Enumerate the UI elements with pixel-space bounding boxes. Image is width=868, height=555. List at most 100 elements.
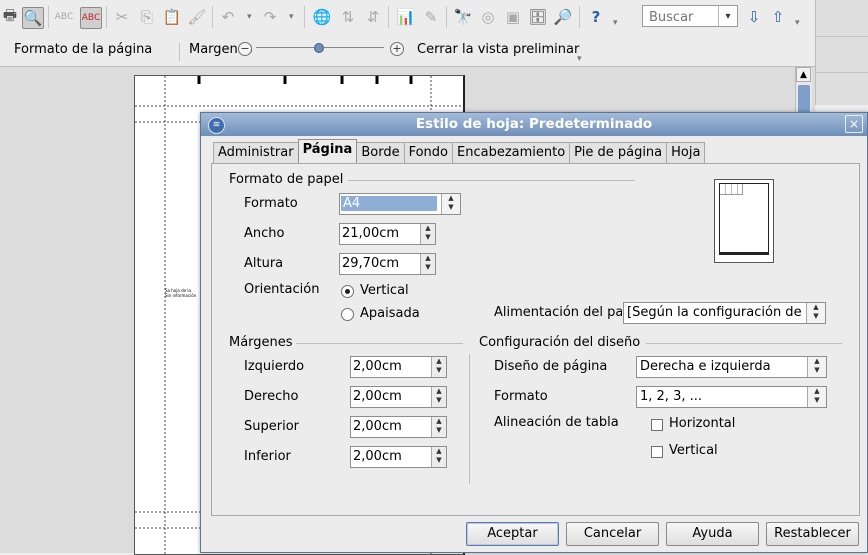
draw-functions-icon[interactable]: ✎ <box>421 7 441 27</box>
search-combobox[interactable]: ▾ <box>642 5 738 27</box>
scrollbar-thumb[interactable] <box>798 85 810 115</box>
tab-hoja[interactable]: Hoja <box>666 142 706 163</box>
autospellcheck-icon[interactable]: ABC <box>80 7 102 29</box>
cancel-button[interactable]: Cancelar <box>566 522 659 546</box>
paper-tray-value: [Según la configuración de la impresora] <box>627 305 807 320</box>
navigator-icon[interactable]: ◎ <box>478 7 498 27</box>
margin-left-spinbox[interactable]: 2,00cm ▲ ▼ <box>350 356 447 378</box>
chevron-updown-icon[interactable]: ▲ ▼ <box>807 357 826 377</box>
redo-icon[interactable]: ↷ <box>260 7 280 27</box>
help-icon[interactable]: ? <box>586 7 606 27</box>
margin-bottom-spinbox[interactable]: 2,00cm ▲ ▼ <box>350 446 447 468</box>
paste-icon[interactable]: 📋 <box>162 7 182 27</box>
chevron-updown-icon[interactable]: ▲ ▼ <box>807 387 826 407</box>
spin-arrows-icon[interactable]: ▲ ▼ <box>431 357 446 377</box>
zoom-slider-thumb[interactable] <box>314 43 324 53</box>
spin-arrows-icon[interactable]: ▲ ▼ <box>431 417 446 437</box>
panel-divider <box>816 36 868 37</box>
page-style-dialog: ≋ Estilo de hoja: Predeterminado × Admin… <box>200 112 868 553</box>
hyperlink-icon[interactable]: 🌐 <box>312 7 332 27</box>
copy-icon[interactable]: ⎘ <box>137 7 157 27</box>
chevron-updown-icon[interactable]: ▲ ▼ <box>806 303 825 323</box>
paper-format-select[interactable]: A4 ▲ ▼ <box>339 193 461 215</box>
margin-right-value: 2,00cm <box>353 389 402 404</box>
spin-arrows-icon[interactable]: ▲ ▼ <box>431 447 446 467</box>
section-divider <box>296 343 463 344</box>
zoom-out-icon[interactable]: − <box>238 42 252 56</box>
data-sources-icon[interactable]: 🗄 <box>528 7 548 27</box>
page-preview-thumbnail <box>714 179 774 263</box>
undo-icon[interactable]: ↶ <box>218 7 238 27</box>
redo-dropdown-icon[interactable]: ▾ <box>289 12 294 22</box>
spin-arrows-icon[interactable]: ▲ ▼ <box>420 224 435 244</box>
ok-button[interactable]: Aceptar <box>466 522 559 546</box>
margin-bottom-value: 2,00cm <box>353 449 402 464</box>
section-divider <box>646 343 842 344</box>
chevron-down-icon[interactable]: ▾ <box>718 6 737 26</box>
dialog-titlebar[interactable]: ≋ Estilo de hoja: Predeterminado × <box>201 113 867 136</box>
tab-administrar[interactable]: Administrar <box>213 142 299 163</box>
find-previous-icon[interactable]: ⇧ <box>768 7 788 27</box>
width-label: Ancho <box>244 226 285 241</box>
tab-encabezamiento[interactable]: Encabezamiento <box>452 142 571 163</box>
horizontal-checkbox[interactable] <box>651 419 663 431</box>
spin-arrows-icon[interactable]: ▲ ▼ <box>420 254 435 274</box>
tab-pie-de-pagina[interactable]: Pie de página <box>569 142 668 163</box>
toolbar-separator <box>48 6 49 28</box>
tab-fondo[interactable]: Fondo <box>403 142 453 163</box>
page-layout-label: Diseño de página <box>494 359 608 374</box>
scroll-up-icon[interactable]: ▲ <box>796 67 811 82</box>
cut-icon[interactable]: ✂ <box>112 7 132 27</box>
help-button[interactable]: Ayuda <box>666 522 759 546</box>
reset-button[interactable]: Restablecer <box>766 522 859 546</box>
gallery-icon[interactable]: ▣ <box>503 7 523 27</box>
page-preview-sheet <box>719 183 769 255</box>
orientation-vertical-label[interactable]: Vertical <box>360 283 409 298</box>
format-page-button[interactable]: Formato de la página <box>14 42 152 57</box>
spin-arrows-icon[interactable]: ▲ ▼ <box>431 387 446 407</box>
tab-pagina[interactable]: Página <box>297 139 358 163</box>
printer-icon[interactable]: 🖶 <box>0 6 20 27</box>
margin-top-label: Superior <box>244 419 299 434</box>
paper-tray-select[interactable]: [Según la configuración de la impresora]… <box>623 302 826 324</box>
toolbar-separator <box>212 6 213 28</box>
find-replace-icon[interactable]: 🔭 <box>453 7 473 27</box>
chart-icon[interactable]: 📊 <box>396 7 416 27</box>
paper-format-value: A4 <box>341 196 437 211</box>
search-input[interactable] <box>647 7 727 27</box>
sort-descending-icon[interactable]: ⇵ <box>363 7 383 27</box>
numbering-format-select[interactable]: 1, 2, 3, ... ▲ ▼ <box>636 386 827 408</box>
height-spinbox[interactable]: 29,70cm ▲ ▼ <box>339 253 436 275</box>
search-toolbar-overflow-icon[interactable]: ▾ <box>795 18 800 28</box>
vertical-checkbox-label[interactable]: Vertical <box>669 443 718 458</box>
toolbar-overflow-icon[interactable]: ▾ <box>613 18 618 28</box>
sort-ascending-icon[interactable]: ⇅ <box>338 7 358 27</box>
undo-dropdown-icon[interactable]: ▾ <box>247 12 252 22</box>
width-spinbox[interactable]: 21,00cm ▲ ▼ <box>339 223 436 245</box>
margin-right-spinbox[interactable]: 2,00cm ▲ ▼ <box>350 386 447 408</box>
margin-top-spinbox[interactable]: 2,00cm ▲ ▼ <box>350 416 447 438</box>
margin-left-label: Izquierdo <box>244 359 305 374</box>
print-preview-toolbar: Formato de la página Margenes − + Cerrar… <box>0 36 815 67</box>
zoom-in-icon[interactable]: + <box>390 42 404 56</box>
orientation-landscape-label[interactable]: Apaisada <box>360 306 420 321</box>
orientation-vertical-radio[interactable] <box>341 285 354 298</box>
preview-toolbar-overflow-icon[interactable]: ▾ <box>577 54 582 64</box>
horizontal-checkbox-label[interactable]: Horizontal <box>669 416 735 431</box>
clone-format-icon[interactable]: 🖌 <box>187 7 207 27</box>
margin-bottom-label: Inferior <box>244 449 291 464</box>
zoom-icon[interactable]: 🔎 <box>553 7 573 27</box>
toolbar-separator <box>106 6 107 28</box>
close-preview-button[interactable]: Cerrar la vista preliminar <box>417 42 579 57</box>
vertical-checkbox[interactable] <box>651 446 663 458</box>
page-layout-select[interactable]: Derecha e izquierda ▲ ▼ <box>636 356 827 378</box>
find-next-icon[interactable]: ⇩ <box>744 7 764 27</box>
chevron-updown-icon[interactable]: ▲ ▼ <box>441 194 460 214</box>
close-icon[interactable]: × <box>845 115 863 133</box>
tab-borde[interactable]: Borde <box>356 142 405 163</box>
spellcheck-icon[interactable]: ABC <box>54 7 74 27</box>
orientation-landscape-radio[interactable] <box>341 308 354 321</box>
numbering-format-label: Formato <box>494 389 548 404</box>
section-divider <box>348 180 635 181</box>
print-preview-icon[interactable]: 🔍 <box>22 7 44 29</box>
